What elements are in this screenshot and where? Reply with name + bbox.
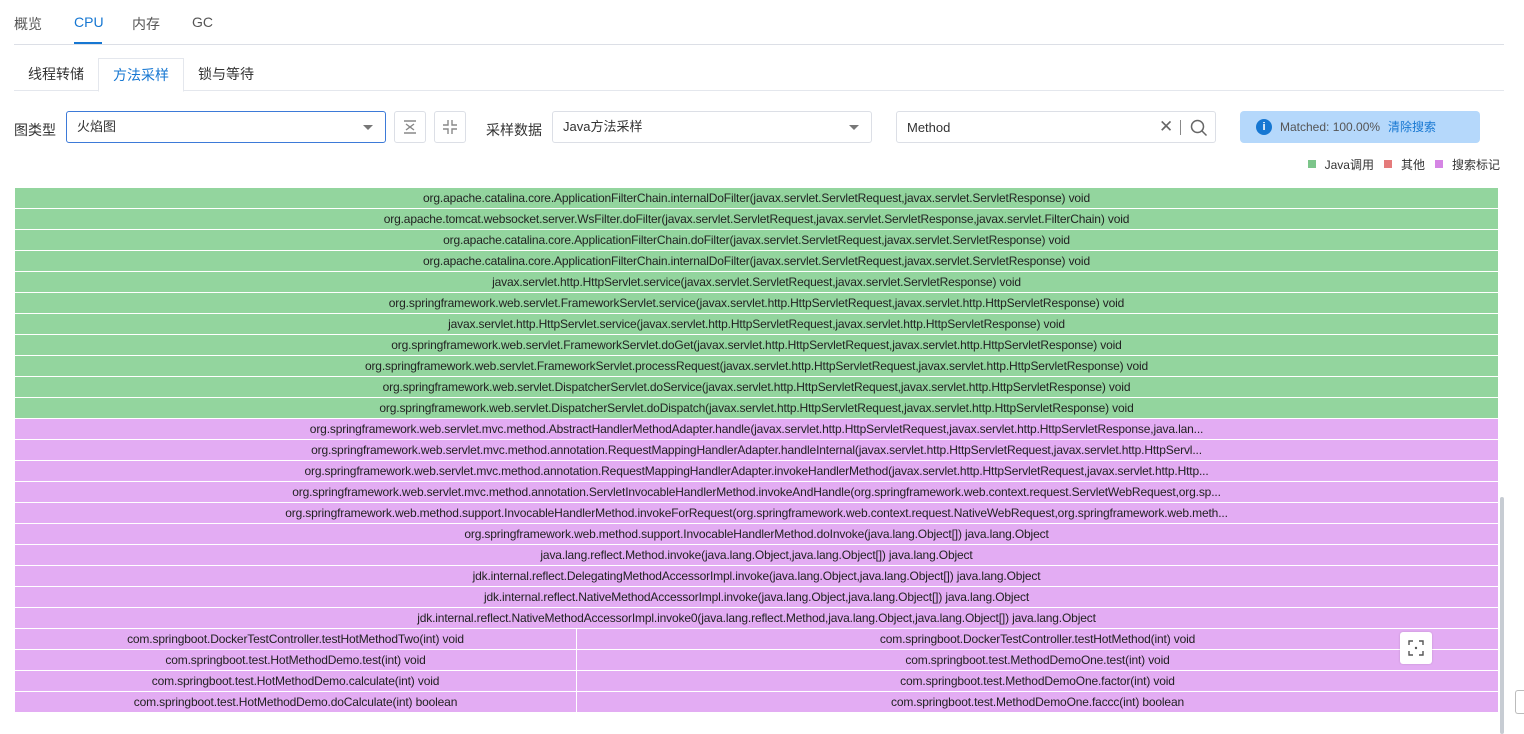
flame-frame[interactable]: com.springboot.DockerTestController.test… [577,629,1498,649]
matched-percentage: Matched: 100.00% [1280,120,1381,134]
legend-label: 搜索标记 [1451,157,1500,172]
legend: Java调用 其他 搜索标记 [1298,156,1500,172]
tab-lock-wait[interactable]: 锁与等待 [184,58,268,91]
legend-item-search-mark: 搜索标记 [1434,156,1500,173]
flame-frame[interactable]: com.springboot.test.MethodDemoOne.factor… [577,671,1498,691]
flame-frame[interactable]: org.apache.catalina.core.ApplicationFilt… [15,230,1498,250]
fullscreen-button[interactable] [1400,632,1432,664]
flame-frame[interactable]: com.springboot.test.MethodDemoOne.faccc(… [577,692,1498,712]
flame-frame[interactable]: org.springframework.web.servlet.Dispatch… [15,398,1498,418]
match-status-banner: i Matched: 100.00% 清除搜索 [1240,111,1480,143]
legend-label: Java调用 [1324,157,1374,172]
tab-memory[interactable]: 内存 [132,14,160,34]
tab-overview[interactable]: 概览 [14,14,42,34]
method-search-box: ✕ [896,111,1216,143]
flame-frame[interactable]: com.springboot.DockerTestController.test… [15,629,576,649]
tab-thread-dump[interactable]: 线程转储 [14,58,98,91]
chart-type-select[interactable]: 火焰图 [66,111,386,143]
flame-frame[interactable]: jdk.internal.reflect.DelegatingMethodAcc… [15,566,1498,586]
active-tab-indicator [74,42,102,44]
flame-frame[interactable]: org.springframework.web.servlet.mvc.meth… [15,419,1498,439]
flame-frame[interactable]: com.springboot.test.MethodDemoOne.test(i… [577,650,1498,670]
shrink-button[interactable] [434,111,466,143]
legend-swatch [1383,160,1392,168]
flame-frame[interactable]: org.springframework.web.servlet.Dispatch… [15,377,1498,397]
search-icon[interactable] [1189,118,1209,138]
flame-frame[interactable]: org.apache.catalina.core.ApplicationFilt… [15,188,1498,208]
flame-frame[interactable]: org.springframework.web.method.support.I… [15,524,1498,544]
chart-type-label: 图类型 [14,122,56,138]
sample-data-select[interactable]: Java方法采样 [552,111,872,143]
flame-frame[interactable]: org.springframework.web.servlet.mvc.meth… [15,482,1498,502]
legend-item-java: Java调用 [1307,156,1374,173]
flame-frame[interactable]: javax.servlet.http.HttpServlet.service(j… [15,272,1498,292]
tab-method-sampling[interactable]: 方法采样 [98,58,184,92]
tab-cpu[interactable]: CPU [74,14,104,30]
sample-data-value: Java方法采样 [563,119,643,134]
flame-frame[interactable]: org.springframework.web.servlet.Framewor… [15,293,1498,313]
chevron-down-icon [849,125,859,130]
flame-frame[interactable]: org.springframework.web.servlet.Framewor… [15,335,1498,355]
flame-frame[interactable]: org.apache.catalina.core.ApplicationFilt… [15,251,1498,271]
flame-frame[interactable]: java.lang.reflect.Method.invoke(java.lan… [15,545,1498,565]
vertical-scrollbar[interactable] [1500,497,1504,734]
sample-data-label: 采样数据 [486,122,542,138]
flame-frame[interactable]: com.springboot.test.HotMethodDemo.doCalc… [15,692,576,712]
flame-frame[interactable]: org.springframework.web.method.support.I… [15,503,1498,523]
method-search-input[interactable] [907,112,1157,142]
sub-tabs: 线程转储 方法采样 锁与等待 [14,58,1504,92]
legend-label: 其他 [1400,157,1425,172]
fullscreen-icon [1408,640,1424,656]
flame-frame[interactable]: org.springframework.web.servlet.Framewor… [15,356,1498,376]
flame-frame[interactable]: jdk.internal.reflect.NativeMethodAccesso… [15,608,1498,628]
divider [1180,120,1181,135]
legend-swatch [1307,160,1316,168]
flame-frame[interactable]: jdk.internal.reflect.NativeMethodAccesso… [15,587,1498,607]
shrink-icon [443,120,457,134]
flame-frame[interactable]: org.springframework.web.servlet.mvc.meth… [15,461,1498,481]
clear-search-link[interactable]: 清除搜索 [1388,111,1436,143]
legend-swatch [1434,160,1443,168]
flame-frame[interactable]: com.springboot.test.HotMethodDemo.calcul… [15,671,576,691]
flame-frame[interactable]: org.springframework.web.servlet.mvc.meth… [15,440,1498,460]
info-icon: i [1256,119,1272,135]
legend-item-other: 其他 [1383,156,1425,173]
tab-gc[interactable]: GC [192,14,213,30]
side-panel-handle[interactable] [1515,690,1524,714]
flame-frame[interactable]: com.springboot.test.HotMethodDemo.test(i… [15,650,576,670]
chevron-down-icon [363,125,373,130]
collapse-vertical-icon [404,120,416,134]
chart-type-value: 火焰图 [77,119,117,134]
collapse-button[interactable] [394,111,426,143]
top-tabs: 概览 CPU 内存 GC [14,0,1504,45]
clear-icon[interactable]: ✕ [1159,117,1173,137]
flame-frame[interactable]: org.apache.tomcat.websocket.server.WsFil… [15,209,1498,229]
flame-frame[interactable]: javax.servlet.http.HttpServlet.service(j… [15,314,1498,334]
